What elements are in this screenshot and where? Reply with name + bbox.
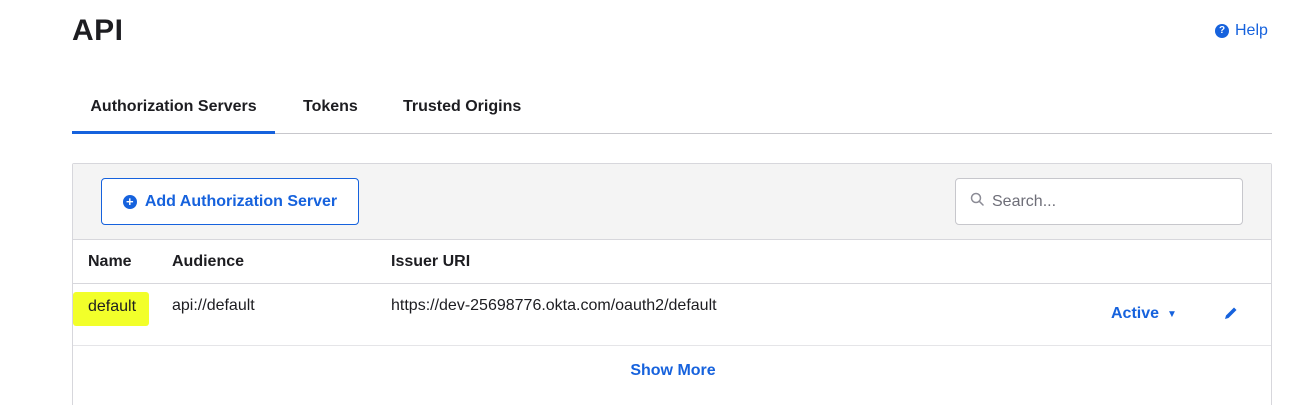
search-icon [970, 192, 984, 211]
status-dropdown[interactable]: Active ▼ [1111, 305, 1177, 323]
search-input[interactable] [992, 192, 1222, 211]
column-header-audience[interactable]: Audience [172, 253, 244, 271]
pencil-icon[interactable] [1223, 305, 1239, 326]
search-box[interactable] [955, 178, 1243, 225]
tab-authorization-servers[interactable]: Authorization Servers [72, 86, 275, 134]
add-button-label: Add Authorization Server [144, 192, 338, 210]
help-link[interactable]: ? Help [1215, 22, 1268, 40]
server-audience: api://default [172, 297, 255, 314]
help-icon: ? [1215, 24, 1229, 38]
show-more-link[interactable]: Show More [73, 362, 1273, 380]
tab-tokens[interactable]: Tokens [303, 86, 358, 133]
page-title: API [72, 14, 124, 47]
server-name-link[interactable]: default [73, 292, 149, 326]
column-header-name[interactable]: Name [88, 253, 132, 271]
authorization-servers-panel: + Add Authorization Server Name Audience… [72, 163, 1272, 405]
server-issuer-uri: https://dev-25698776.okta.com/oauth2/def… [391, 297, 717, 314]
add-authorization-server-button[interactable]: + Add Authorization Server [101, 178, 359, 225]
tab-trusted-origins[interactable]: Trusted Origins [403, 86, 521, 133]
tab-bar: Authorization Servers Tokens Trusted Ori… [72, 86, 1272, 134]
caret-down-icon: ▼ [1167, 308, 1177, 320]
table-row: default api://default https://dev-256987… [73, 284, 1271, 346]
panel-toolbar: + Add Authorization Server [73, 164, 1271, 240]
plus-circle-icon: + [122, 194, 137, 209]
table-header: Name Audience Issuer URI [73, 240, 1271, 284]
help-label: Help [1235, 22, 1268, 39]
column-header-issuer-uri[interactable]: Issuer URI [391, 253, 470, 271]
status-label: Active [1111, 305, 1160, 322]
